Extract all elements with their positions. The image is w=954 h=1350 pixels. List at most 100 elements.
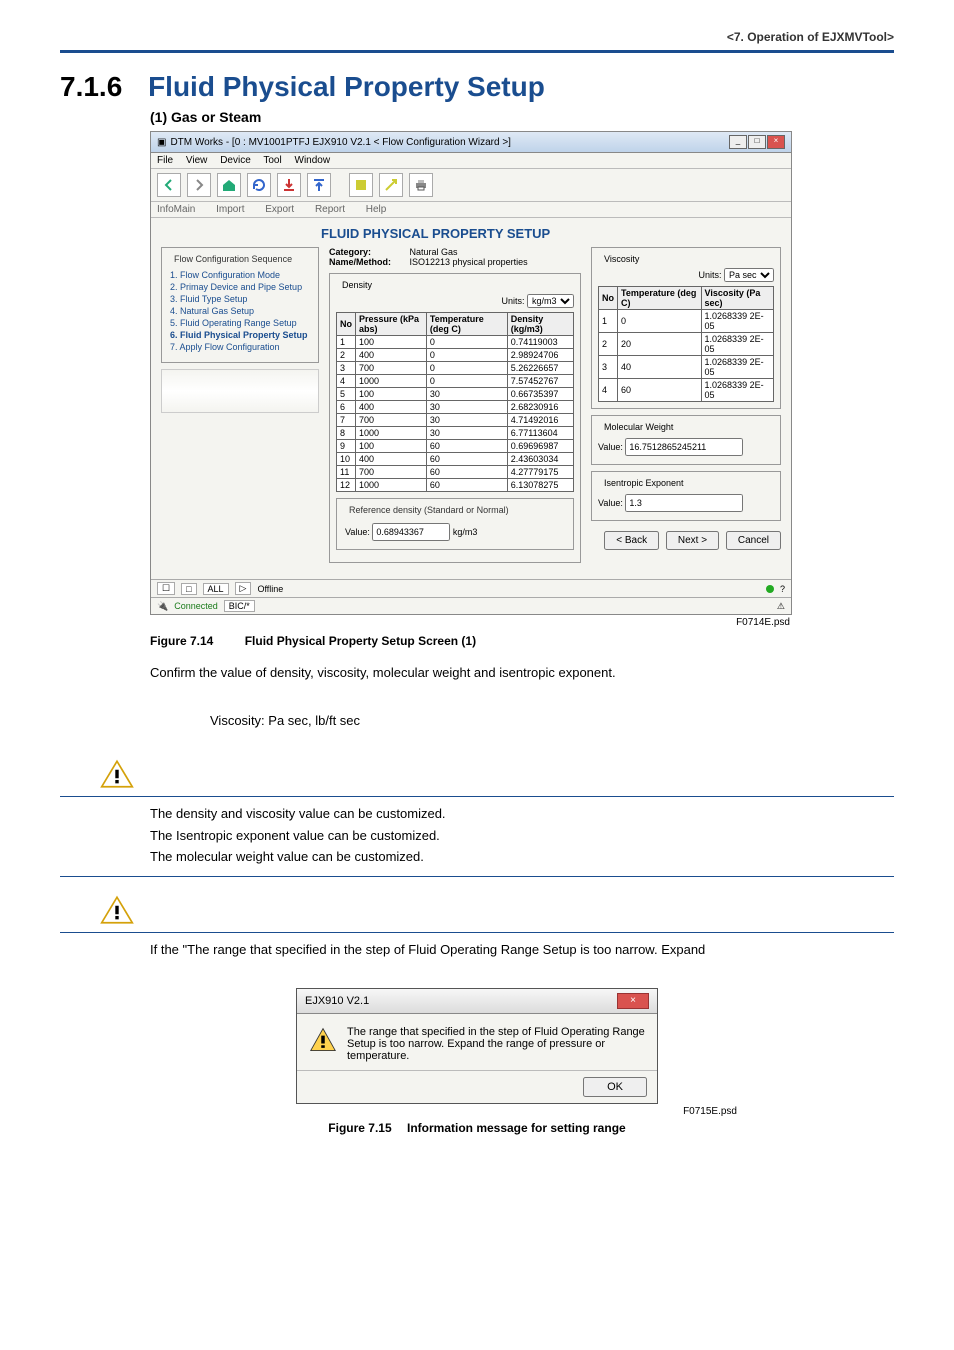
table-cell[interactable]: 0 (426, 336, 507, 349)
step-7[interactable]: 7. Apply Flow Configuration (170, 342, 312, 352)
table-cell[interactable]: 5 (337, 388, 356, 401)
table-cell[interactable]: 1.0268339 2E-05 (701, 379, 773, 402)
download-icon[interactable] (277, 173, 301, 197)
table-cell[interactable]: 2.98924706 (507, 349, 573, 362)
tool2-icon[interactable] (379, 173, 403, 197)
table-cell[interactable]: 0.74119003 (507, 336, 573, 349)
tab-import[interactable]: Import (216, 204, 244, 215)
table-cell[interactable]: 4.71492016 (507, 414, 573, 427)
table-cell[interactable]: 100 (356, 440, 427, 453)
table-cell[interactable]: 6 (337, 401, 356, 414)
dialog-close-button[interactable]: × (617, 993, 649, 1009)
table-cell[interactable]: 0.69696987 (507, 440, 573, 453)
tab-help[interactable]: Help (366, 204, 387, 215)
status-help-icon[interactable]: ? (780, 584, 785, 594)
table-cell[interactable]: 700 (356, 362, 427, 375)
table-cell[interactable]: 700 (356, 466, 427, 479)
table-cell[interactable]: 10 (337, 453, 356, 466)
table-cell[interactable]: 7.57452767 (507, 375, 573, 388)
viscosity-units-select[interactable]: Pa sec (724, 268, 774, 282)
tab-export[interactable]: Export (265, 204, 294, 215)
table-cell[interactable]: 1.0268339 2E-05 (701, 310, 773, 333)
table-cell[interactable]: 30 (426, 388, 507, 401)
dialog-ok-button[interactable]: OK (583, 1077, 647, 1097)
isentropic-input[interactable] (625, 494, 743, 512)
tool1-icon[interactable] (349, 173, 373, 197)
table-cell[interactable]: 9 (337, 440, 356, 453)
table-cell[interactable]: 1000 (356, 375, 427, 388)
table-cell[interactable]: 11 (337, 466, 356, 479)
table-cell[interactable]: 3 (599, 356, 618, 379)
maximize-button[interactable]: □ (748, 135, 766, 149)
table-cell[interactable]: 1 (599, 310, 618, 333)
table-cell[interactable]: 700 (356, 414, 427, 427)
tab-report[interactable]: Report (315, 204, 345, 215)
menu-tool[interactable]: Tool (263, 155, 281, 166)
table-cell[interactable]: 2.43603034 (507, 453, 573, 466)
table-cell[interactable]: 0 (426, 362, 507, 375)
forward-icon[interactable] (187, 173, 211, 197)
step-6[interactable]: 6. Fluid Physical Property Setup (170, 330, 312, 340)
table-cell[interactable]: 8 (337, 427, 356, 440)
menu-file[interactable]: File (157, 155, 173, 166)
refresh-icon[interactable] (247, 173, 271, 197)
upload-icon[interactable] (307, 173, 331, 197)
table-cell[interactable]: 100 (356, 388, 427, 401)
back-icon[interactable] (157, 173, 181, 197)
table-cell[interactable]: 4 (337, 375, 356, 388)
refdensity-input[interactable] (372, 523, 450, 541)
table-cell[interactable]: 100 (356, 336, 427, 349)
table-cell[interactable]: 30 (426, 401, 507, 414)
table-cell[interactable]: 30 (426, 414, 507, 427)
menu-view[interactable]: View (186, 155, 208, 166)
table-cell[interactable]: 60 (426, 440, 507, 453)
table-cell[interactable]: 0.66735397 (507, 388, 573, 401)
step-5[interactable]: 5. Fluid Operating Range Setup (170, 318, 312, 328)
table-cell[interactable]: 12 (337, 479, 356, 492)
table-cell[interactable]: 400 (356, 401, 427, 414)
table-cell[interactable]: 0 (426, 349, 507, 362)
table-cell[interactable]: 6.77113604 (507, 427, 573, 440)
table-cell[interactable]: 60 (618, 379, 702, 402)
back-button[interactable]: < Back (604, 531, 659, 550)
table-cell[interactable]: 4.27779175 (507, 466, 573, 479)
step-2[interactable]: 2. Primay Device and Pipe Setup (170, 282, 312, 292)
table-cell[interactable]: 20 (618, 333, 702, 356)
table-cell[interactable]: 60 (426, 479, 507, 492)
table-cell[interactable]: 5.26226657 (507, 362, 573, 375)
table-cell[interactable]: 3 (337, 362, 356, 375)
print-icon[interactable] (409, 173, 433, 197)
table-cell[interactable]: 60 (426, 453, 507, 466)
step-1[interactable]: 1. Flow Configuration Mode (170, 270, 312, 280)
table-cell[interactable]: 2 (599, 333, 618, 356)
table-cell[interactable]: 1000 (356, 479, 427, 492)
table-cell[interactable]: 2 (337, 349, 356, 362)
table-cell[interactable]: 1000 (356, 427, 427, 440)
step-4[interactable]: 4. Natural Gas Setup (170, 306, 312, 316)
table-cell[interactable]: 0 (618, 310, 702, 333)
table-cell[interactable]: 1.0268339 2E-05 (701, 356, 773, 379)
table-cell[interactable]: 400 (356, 349, 427, 362)
table-cell[interactable]: 4 (599, 379, 618, 402)
table-cell[interactable]: 7 (337, 414, 356, 427)
step-3[interactable]: 3. Fluid Type Setup (170, 294, 312, 304)
density-units-select[interactable]: kg/m3 (527, 294, 574, 308)
home-icon[interactable] (217, 173, 241, 197)
table-cell[interactable]: 6.13078275 (507, 479, 573, 492)
cancel-button[interactable]: Cancel (726, 531, 781, 550)
molweight-input[interactable] (625, 438, 743, 456)
tab-infomain[interactable]: InfoMain (157, 204, 195, 215)
table-cell[interactable]: 60 (426, 466, 507, 479)
table-cell[interactable]: 400 (356, 453, 427, 466)
table-cell[interactable]: 30 (426, 427, 507, 440)
table-cell[interactable]: 0 (426, 375, 507, 388)
menu-device[interactable]: Device (220, 155, 251, 166)
minimize-button[interactable]: _ (729, 135, 747, 149)
table-cell[interactable]: 1.0268339 2E-05 (701, 333, 773, 356)
table-cell[interactable]: 1 (337, 336, 356, 349)
close-button[interactable]: × (767, 135, 785, 149)
next-button[interactable]: Next > (666, 531, 719, 550)
table-cell[interactable]: 40 (618, 356, 702, 379)
menu-window[interactable]: Window (295, 155, 331, 166)
table-cell[interactable]: 2.68230916 (507, 401, 573, 414)
